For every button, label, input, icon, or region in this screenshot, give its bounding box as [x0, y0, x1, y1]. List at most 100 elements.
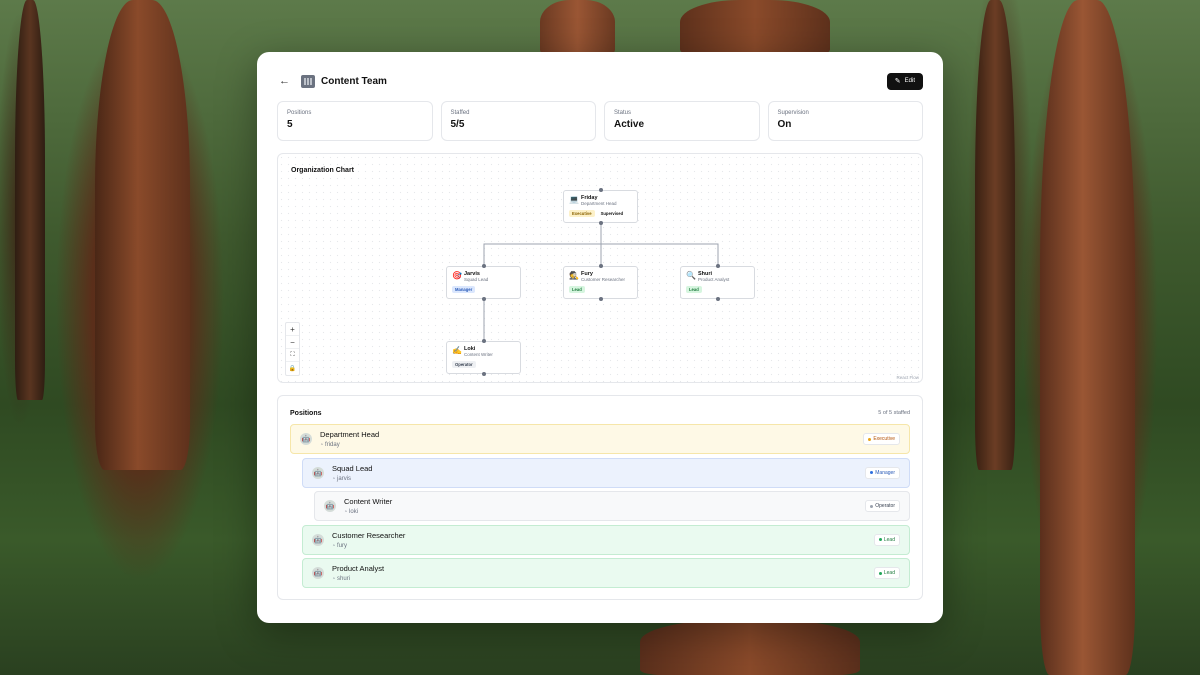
fit-view-button[interactable]: ⛶ — [286, 349, 299, 362]
status-dot — [870, 504, 874, 508]
zoom-out-button[interactable]: − — [286, 336, 299, 349]
position-badge-label: Lead — [883, 570, 895, 576]
pencil-icon: ✎ — [894, 78, 901, 85]
handle-dot[interactable] — [716, 264, 720, 268]
position-badge-label: Lead — [883, 536, 895, 543]
bot-icon: ◔ — [332, 576, 336, 582]
position-agent: friday — [325, 442, 340, 448]
target-icon: 🎯 — [452, 271, 462, 280]
back-arrow-icon[interactable]: ← — [279, 74, 293, 88]
badge-lead: Lead — [686, 286, 702, 293]
position-badge: Lead — [873, 567, 900, 579]
node-role: Product Analyst — [698, 277, 730, 282]
position-name: Squad Lead — [332, 463, 373, 473]
status-dot — [878, 538, 882, 541]
badge-supervised: Supervised — [597, 210, 627, 217]
status-dot — [868, 437, 872, 441]
position-row-department-head[interactable]: 🤖 Department Head ◔ friday Executive — [290, 424, 910, 454]
bot-icon: ◔ — [332, 542, 336, 549]
stat-value: 5 — [287, 119, 293, 130]
stat-staffed: Staffed 5/5 — [440, 101, 596, 141]
bot-icon: ◔ — [344, 509, 348, 515]
positions-count: 5 of 5 staffed — [878, 410, 910, 416]
stat-label: Staffed — [450, 110, 470, 116]
position-badge: Manager — [865, 466, 900, 479]
edit-button[interactable]: ✎ Edit — [886, 72, 923, 90]
edge-friday-shuri — [601, 243, 719, 266]
header: ← Content Team ✎ Edit — [277, 72, 923, 90]
robot-icon: 🤖 — [312, 533, 324, 546]
badge-executive: Executive — [569, 210, 595, 217]
page-title: Content Team — [321, 75, 387, 87]
org-node-fury[interactable]: 🕵 Fury Customer Researcher Lead — [563, 266, 638, 299]
badge-operator: Operator — [452, 361, 476, 368]
stat-value: 5/5 — [450, 119, 465, 130]
writing-hand-icon: ✍ — [452, 346, 462, 355]
badge-lead: Lead — [569, 286, 585, 293]
handle-dot[interactable] — [482, 372, 486, 376]
position-name: Customer Researcher — [332, 530, 406, 540]
position-row-content-writer[interactable]: 🤖 Content Writer ◔ loki Operator — [314, 491, 910, 521]
stat-label: Status — [614, 110, 632, 116]
detective-icon: 🕵 — [569, 271, 579, 280]
node-role: Squad Lead — [464, 277, 489, 282]
position-agent: loki — [349, 509, 359, 515]
org-node-friday[interactable]: 💻 Friday Department Head Executive Super… — [563, 190, 638, 223]
handle-dot[interactable] — [599, 297, 603, 301]
robot-icon: 🤖 — [300, 433, 312, 445]
position-badge-label: Operator — [875, 503, 895, 509]
position-badge: Executive — [863, 433, 900, 445]
position-badge: Lead — [873, 533, 900, 546]
stat-label: Positions — [287, 110, 312, 116]
stat-supervision: Supervision On — [767, 101, 923, 141]
edit-button-label: Edit — [904, 78, 915, 84]
handle-dot[interactable] — [482, 297, 486, 301]
position-name: Department Head — [320, 430, 380, 439]
stat-status: Status Active — [604, 101, 760, 141]
position-agent: fury — [337, 542, 348, 549]
stat-positions: Positions 5 — [277, 101, 433, 141]
handle-dot[interactable] — [599, 188, 603, 192]
flow-controls: + − ⛶ 🔒 — [285, 322, 300, 376]
lock-button[interactable]: 🔒 — [286, 362, 299, 375]
stat-label: Supervision — [777, 110, 809, 116]
laptop-icon: 💻 — [569, 195, 579, 204]
org-node-shuri[interactable]: 🔍 Shuri Product Analyst Lead — [680, 266, 755, 299]
robot-icon: 🤖 — [312, 466, 324, 479]
positions-title: Positions — [290, 409, 322, 417]
building-icon — [301, 74, 315, 88]
team-card: ← Content Team ✎ Edit Positions 5 Staffe… — [257, 52, 943, 623]
position-badge: Operator — [865, 500, 900, 512]
position-badge-label: Executive — [873, 436, 895, 442]
org-node-jarvis[interactable]: 🎯 Jarvis Squad Lead Manager — [446, 266, 521, 299]
handle-dot[interactable] — [599, 221, 603, 225]
zoom-in-button[interactable]: + — [286, 323, 299, 336]
org-node-loki[interactable]: ✍ Loki Content Writer Operator — [446, 341, 521, 374]
position-agent: shuri — [337, 576, 351, 582]
position-badge-label: Manager — [875, 469, 895, 476]
handle-dot[interactable] — [482, 264, 486, 268]
position-row-squad-lead[interactable]: 🤖 Squad Lead ◔ jarvis Manager — [302, 457, 910, 488]
positions-panel: Positions 5 of 5 staffed 🤖 Department He… — [277, 395, 923, 600]
bot-icon: ◔ — [332, 475, 336, 482]
handle-dot[interactable] — [599, 264, 603, 268]
position-row-customer-researcher[interactable]: 🤖 Customer Researcher ◔ fury Lead — [302, 524, 910, 555]
stat-value: On — [777, 119, 792, 130]
edge-friday-jarvis — [483, 223, 602, 266]
robot-icon: 🤖 — [324, 500, 336, 512]
handle-dot[interactable] — [482, 339, 486, 343]
position-name: Content Writer — [344, 497, 393, 506]
react-flow-attribution[interactable]: React Flow — [896, 375, 919, 380]
org-chart-title: Organization Chart — [290, 167, 356, 174]
stats-row: Positions 5 Staffed 5/5 Status Active Su… — [277, 101, 923, 141]
org-chart-panel[interactable]: Organization Chart 💻 Friday Department H… — [277, 153, 923, 383]
position-agent: jarvis — [337, 475, 352, 482]
badge-manager: Manager — [452, 286, 476, 293]
node-role: Department Head — [581, 201, 617, 206]
position-name: Product Analyst — [332, 564, 385, 573]
stat-value: Active — [614, 119, 645, 130]
status-dot — [870, 471, 874, 474]
handle-dot[interactable] — [716, 297, 720, 301]
node-role: Content Writer — [464, 352, 493, 357]
position-row-product-analyst[interactable]: 🤖 Product Analyst ◔ shuri Lead — [302, 558, 910, 588]
